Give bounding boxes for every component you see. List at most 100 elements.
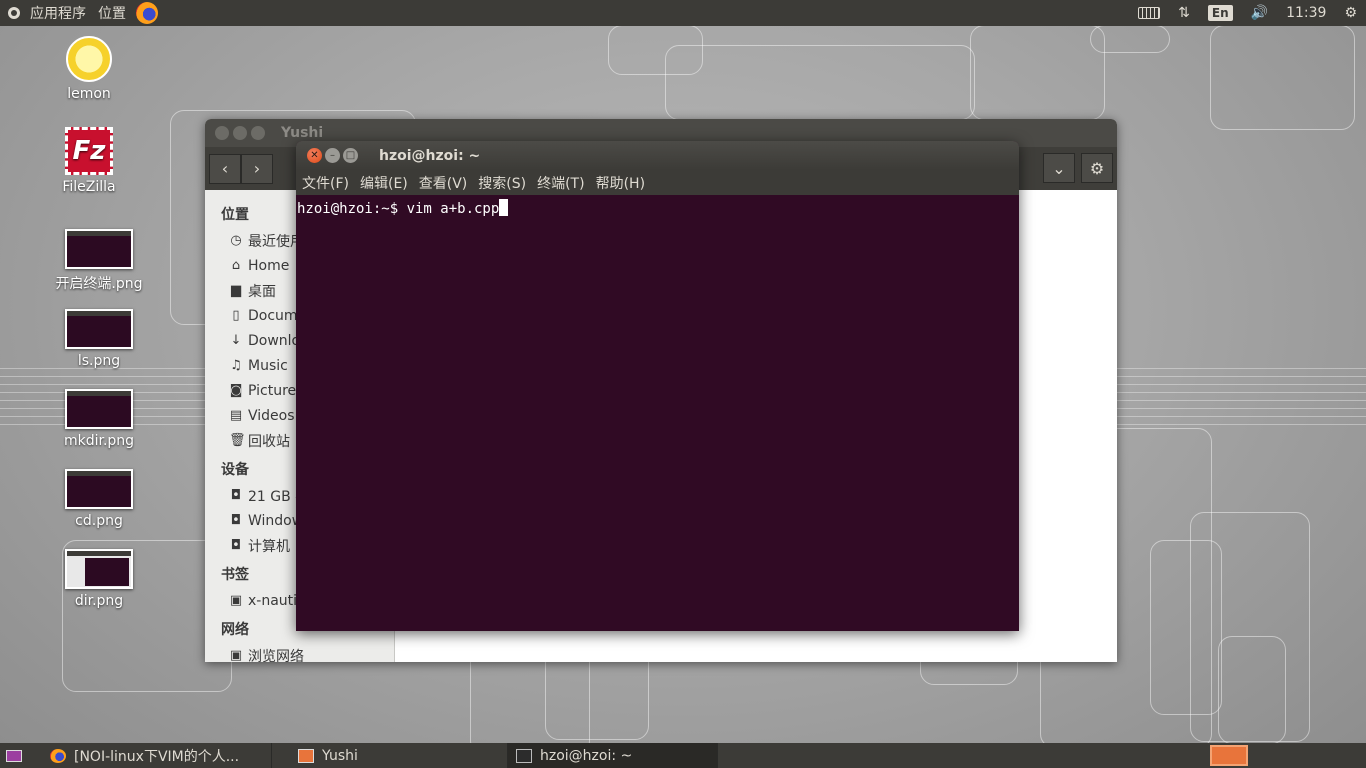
desktop-icon-label: dir.png: [74, 593, 124, 609]
drive-icon: ◘: [230, 487, 242, 503]
close-icon[interactable]: [215, 126, 229, 140]
desktop-icon-file[interactable]: ls.png: [49, 309, 149, 369]
menu-help[interactable]: 帮助(H): [596, 173, 645, 193]
sidebar-item-browse-network[interactable]: ▣ 浏览网络: [205, 643, 394, 662]
bottom-taskbar: [NOI-linux下VIM的个人... Yushi hzoi@hzoi: ~: [0, 743, 1366, 768]
gear-icon: ⚙: [1089, 158, 1105, 178]
menu-search[interactable]: 搜索(S): [478, 173, 526, 193]
taskbar-item-terminal[interactable]: hzoi@hzoi: ~: [508, 743, 718, 768]
shell-command: vim a+b.cpp: [406, 201, 500, 217]
network-indicator[interactable]: ⇅: [1169, 0, 1199, 26]
terminal-output[interactable]: hzoi@hzoi:~$ vim a+b.cpp: [296, 195, 1019, 221]
volume-icon: 🔊: [1250, 5, 1269, 21]
clock-icon: ◷: [230, 232, 242, 248]
taskbar-item-file-manager[interactable]: Yushi: [290, 743, 508, 768]
menu-view[interactable]: 查看(V): [419, 173, 468, 193]
camera-icon: ◙: [229, 382, 243, 398]
places-menu[interactable]: 位置: [92, 0, 132, 26]
volume-indicator[interactable]: 🔊: [1242, 0, 1277, 26]
forward-button[interactable]: ›: [241, 153, 273, 184]
file-manager-icon: [298, 748, 314, 763]
settings-icon: ⚙: [1344, 5, 1357, 21]
language-indicator[interactable]: En: [1199, 0, 1242, 26]
taskbar-item-label: Yushi: [322, 747, 358, 764]
wallpaper-shape: [1210, 25, 1355, 130]
close-icon[interactable]: ✕: [307, 148, 322, 163]
chevron-left-icon: ‹: [221, 159, 229, 178]
desktop-icon-file[interactable]: mkdir.png: [49, 389, 149, 449]
firefox-icon[interactable]: [136, 2, 158, 24]
drive-icon: ◘: [230, 537, 242, 553]
taskbar-item-browser[interactable]: [NOI-linux下VIM的个人...: [42, 743, 272, 768]
document-icon: ▯: [232, 307, 240, 323]
shell-prompt: hzoi@hzoi:~$: [297, 201, 407, 217]
show-desktop-button[interactable]: [0, 743, 28, 768]
taskbar-item-label: [NOI-linux下VIM的个人...: [74, 748, 240, 765]
language-badge: En: [1207, 5, 1233, 21]
terminal-window: ✕ – □ hzoi@hzoi: ~ 文件(F) 编辑(E) 查看(V) 搜索(…: [296, 141, 1019, 631]
network-icon: ⇅: [1178, 5, 1190, 21]
wallpaper-shape: [1218, 636, 1286, 744]
window-title: Yushi: [281, 125, 324, 141]
lemon-icon: [66, 36, 112, 82]
image-thumbnail: [65, 229, 133, 269]
image-thumbnail: [65, 389, 133, 429]
desktop-icon-filezilla[interactable]: Fz FileZilla: [39, 127, 139, 195]
minimize-icon[interactable]: –: [325, 148, 340, 163]
settings-button[interactable]: ⚙: [1081, 153, 1113, 183]
window-title: hzoi@hzoi: ~: [379, 147, 481, 164]
desktop-icon: [6, 749, 22, 762]
indicator-area: ⇅ En 🔊 11:39 ⚙: [1129, 0, 1366, 26]
desktop-icon-label: mkdir.png: [63, 433, 135, 449]
settings-indicator[interactable]: ⚙: [1335, 0, 1366, 26]
wallpaper-shape: [1090, 25, 1170, 53]
maximize-icon[interactable]: □: [343, 148, 358, 163]
text-cursor: [499, 199, 509, 216]
network-folder-icon: ▣: [229, 592, 243, 608]
desktop-icon-label: cd.png: [75, 513, 123, 529]
chevron-down-icon: ⌄: [1052, 158, 1066, 178]
terminal-menubar: 文件(F) 编辑(E) 查看(V) 搜索(S) 终端(T) 帮助(H): [296, 170, 1019, 195]
desktop-icon-file[interactable]: dir.png: [49, 549, 149, 609]
folder-icon: ▆: [231, 282, 241, 298]
clock[interactable]: 11:39: [1277, 0, 1335, 26]
menu-edit[interactable]: 编辑(E): [360, 173, 408, 193]
menu-file[interactable]: 文件(F): [302, 173, 349, 193]
terminal-titlebar[interactable]: ✕ – □ hzoi@hzoi: ~: [296, 141, 1019, 170]
download-icon: ↓: [230, 332, 242, 348]
desktop-icon-label: lemon: [67, 86, 111, 102]
keyboard-icon: [1138, 7, 1161, 19]
firefox-icon: [50, 748, 66, 763]
desktop-icon-file[interactable]: cd.png: [49, 469, 149, 529]
image-thumbnail: [65, 469, 133, 509]
minimize-icon[interactable]: [233, 126, 247, 140]
taskbar-item-label: hzoi@hzoi: ~: [540, 747, 633, 764]
top-panel: 应用程序 位置 ⇅ En 🔊 11:39 ⚙: [0, 0, 1366, 26]
drive-icon: ◘: [230, 512, 242, 528]
maximize-icon[interactable]: [251, 126, 265, 140]
applications-menu[interactable]: 应用程序: [24, 0, 92, 26]
desktop-icon-file[interactable]: 开启终端.png: [49, 229, 149, 293]
image-thumbnail: [65, 309, 133, 349]
desktop-icon-label: ls.png: [77, 353, 121, 369]
view-options-button[interactable]: ⌄: [1043, 153, 1075, 183]
desktop-icon-label: 开启终端.png: [55, 276, 143, 292]
desktop-icon-label: FileZilla: [62, 179, 116, 195]
trash-icon: 🗑: [229, 432, 246, 448]
desktop-icon-lemon[interactable]: lemon: [39, 36, 139, 102]
image-thumbnail: [65, 549, 133, 589]
workspace-switcher[interactable]: [1210, 745, 1248, 766]
film-icon: ▤: [229, 407, 243, 423]
wallpaper-shape: [665, 45, 975, 120]
back-button[interactable]: ‹: [209, 153, 241, 184]
applications-menu-icon[interactable]: [8, 7, 20, 19]
chevron-right-icon: ›: [253, 159, 261, 178]
network-icon: ▣: [229, 647, 243, 662]
filezilla-icon: Fz: [65, 127, 113, 175]
music-icon: ♫: [230, 357, 242, 373]
keyboard-indicator[interactable]: [1129, 0, 1169, 26]
wallpaper-shape: [970, 25, 1105, 120]
home-icon: ⌂: [231, 257, 241, 273]
terminal-icon: [516, 748, 532, 763]
menu-terminal[interactable]: 终端(T): [537, 173, 584, 193]
